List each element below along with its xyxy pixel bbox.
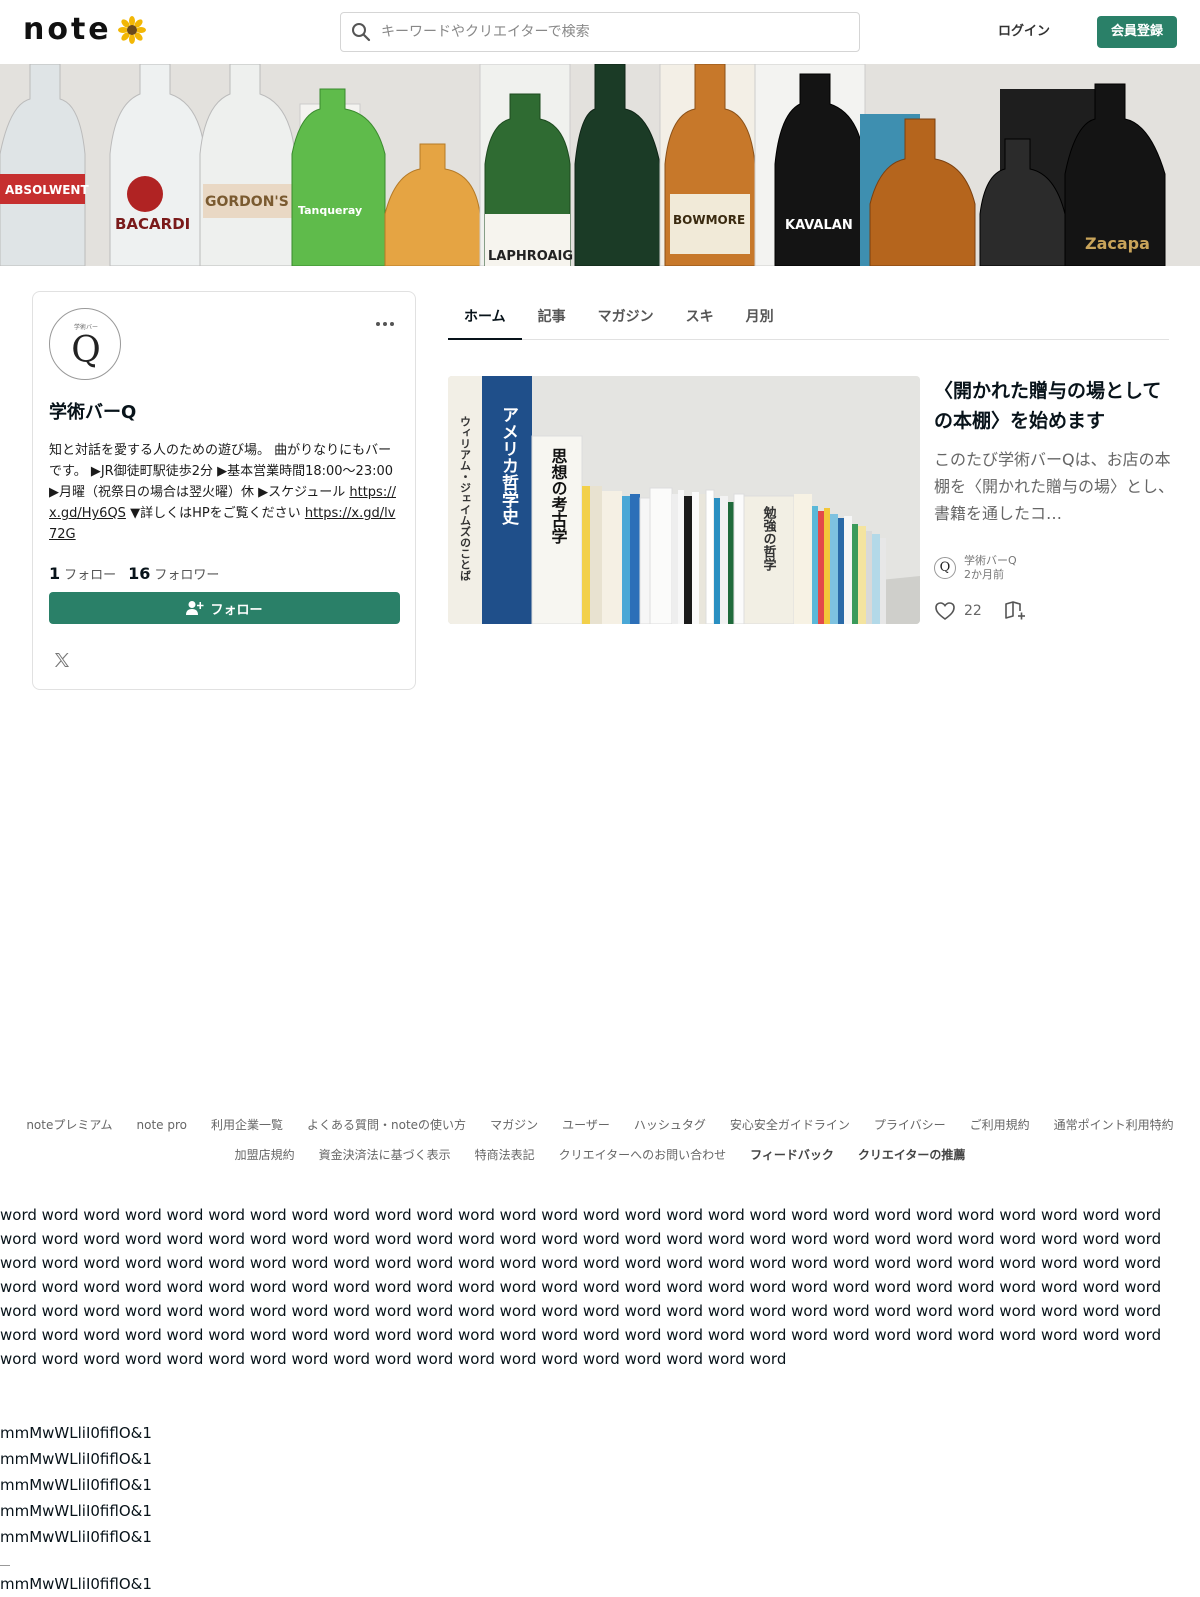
sample-line: mmMwWLliI0fiflO&1 xyxy=(0,1502,152,1520)
footer-link-magazines[interactable]: マガジン xyxy=(490,1110,538,1140)
filler-text: word word word word word word word word … xyxy=(0,1206,1162,1368)
thumb-spine-title-4: 勉強の哲学 xyxy=(761,505,778,572)
tab-likes[interactable]: スキ xyxy=(670,300,730,340)
footer-link-creator-contact[interactable]: クリエイターへのお問い合わせ xyxy=(559,1140,727,1170)
login-button[interactable]: ログイン xyxy=(998,20,1050,44)
bottles-photo: ABSOLWENT BACARDI GORDON'S Tanqueray LAP… xyxy=(0,64,1200,266)
thumb-spine-title-1: アメリカ哲学史 xyxy=(498,406,519,526)
avatar-letter: Q xyxy=(71,330,101,371)
bookshelf-photo: アメリカ哲学史 思想の考古学 ウィリアム・ジェイムズのことば 勉強の哲学 xyxy=(448,376,920,624)
bottle-label-6: KAVALAN xyxy=(785,218,853,233)
sample-line: mmMwWLliI0fiflO&1 xyxy=(0,1575,152,1593)
footer-link-feedback[interactable]: フィードバック xyxy=(750,1140,834,1170)
footer-link-points[interactable]: 通常ポイント利用特約 xyxy=(1054,1110,1174,1140)
footer-link-payment-act[interactable]: 資金決済法に基づく表示 xyxy=(319,1140,451,1170)
sample-lines: mmMwWLliI0fiflO&1 mmMwWLliI0fiflO&1 mmMw… xyxy=(0,1420,152,1550)
tab-magazines[interactable]: マガジン xyxy=(582,300,670,340)
article-title[interactable]: 〈開かれた贈与の場としての本棚〉を始めます xyxy=(934,376,1178,436)
footer-link-tokushoho[interactable]: 特商法表記 xyxy=(475,1140,535,1170)
tab-home[interactable]: ホーム xyxy=(448,300,522,340)
following-link[interactable]: 1 フォロー xyxy=(49,564,116,583)
tab-monthly[interactable]: 月別 xyxy=(730,300,790,340)
bottle-label-2: GORDON'S xyxy=(205,194,289,210)
footer-row-2: 加盟店規約 資金決済法に基づく表示 特商法表記 クリエイターへのお問い合わせ フ… xyxy=(0,1140,1200,1170)
bottle-label-1: BACARDI xyxy=(115,215,190,233)
following-count: 1 xyxy=(49,564,61,583)
logo-text: note xyxy=(23,12,112,47)
heart-icon[interactable] xyxy=(934,600,956,622)
search-input[interactable] xyxy=(381,24,859,40)
footer-link-faq[interactable]: よくある質問・noteの使い方 xyxy=(307,1110,466,1140)
more-options-icon[interactable] xyxy=(373,312,397,336)
note-logo[interactable]: note xyxy=(23,14,146,46)
profile-card: 学術バー Q 学術バーQ 知と対話を愛する人のための遊び場。 曲がりなりにもバー… xyxy=(32,291,416,690)
search-icon xyxy=(352,23,371,42)
header-banner-image: ABSOLWENT BACARDI GORDON'S Tanqueray LAP… xyxy=(0,64,1200,266)
profile-avatar[interactable]: 学術バー Q xyxy=(49,308,121,380)
follow-stats: 1 フォロー 16 フォロワー xyxy=(49,564,219,583)
like-count: 22 xyxy=(964,603,982,619)
footer-link-users[interactable]: ユーザー xyxy=(562,1110,610,1140)
following-label: フォロー xyxy=(64,568,117,583)
footer-link-note-pro[interactable]: note pro xyxy=(137,1110,187,1140)
follow-button-label: フォロー xyxy=(210,602,263,618)
article-actions: 22 xyxy=(934,600,1026,622)
bottle-label-4: LAPHROAIG xyxy=(488,249,573,264)
bottle-label-5: BOWMORE xyxy=(673,213,745,227)
follow-button[interactable]: フォロー xyxy=(49,592,400,624)
bottle-label-0: ABSOLWENT xyxy=(5,183,89,197)
separator xyxy=(0,1565,10,1566)
sample-line: mmMwWLliI0fiflO&1 xyxy=(0,1528,152,1546)
author-avatar: Q xyxy=(934,557,956,579)
footer-link-companies[interactable]: 利用企業一覧 xyxy=(211,1110,283,1140)
tab-articles[interactable]: 記事 xyxy=(522,300,582,340)
followers-label: フォロワー xyxy=(154,568,220,583)
sample-line: mmMwWLliI0fiflO&1 xyxy=(0,1424,152,1442)
author-name: 学術バーQ xyxy=(964,554,1017,567)
bio-text-mid: ▼詳しくはHPをご覧ください xyxy=(125,506,305,521)
bottle-label-3: Tanqueray xyxy=(298,204,362,217)
bottle-label-7: Zacapa xyxy=(1085,234,1150,253)
thumb-spine-title-2: 思想の考古学 xyxy=(549,448,569,545)
search-box[interactable] xyxy=(340,12,860,52)
article-thumbnail[interactable]: アメリカ哲学史 思想の考古学 ウィリアム・ジェイムズのことば 勉強の哲学 xyxy=(448,376,920,624)
footer-link-terms[interactable]: ご利用規約 xyxy=(970,1110,1030,1140)
site-header: note ログイン 会員登録 xyxy=(0,0,1200,64)
followers-link[interactable]: 16 フォロワー xyxy=(128,564,219,583)
profile-tabs: ホーム 記事 マガジン スキ 月別 xyxy=(448,300,1169,340)
thumb-spine-title-3: ウィリアム・ジェイムズのことば xyxy=(459,416,472,582)
signup-button[interactable]: 会員登録 xyxy=(1097,16,1177,48)
footer-nav: noteプレミアム note pro 利用企業一覧 よくある質問・noteの使い… xyxy=(0,1110,1200,1170)
footer-link-merchant[interactable]: 加盟店規約 xyxy=(235,1140,295,1170)
add-user-icon xyxy=(186,601,204,615)
followers-count: 16 xyxy=(128,564,151,583)
footer-link-recommend[interactable]: クリエイターの推薦 xyxy=(858,1140,966,1170)
footer-link-hashtags[interactable]: ハッシュタグ xyxy=(634,1110,706,1140)
article-time: 2か月前 xyxy=(964,568,1004,581)
sample-line: mmMwWLliI0fiflO&1 xyxy=(0,1476,152,1494)
article-author[interactable]: Q 学術バーQ 2か月前 xyxy=(934,554,1017,582)
avatar-image: 学術バー Q xyxy=(71,323,101,371)
footer-link-premium[interactable]: noteプレミアム xyxy=(26,1110,112,1140)
footer-link-safety[interactable]: 安心安全ガイドライン xyxy=(730,1110,850,1140)
sample-line: mmMwWLliI0fiflO&1 xyxy=(0,1450,152,1468)
x-twitter-icon[interactable] xyxy=(53,651,71,669)
article-excerpt: このたび学術バーQは、お店の本棚を〈開かれた贈与の場〉とし、書籍を通したコ… xyxy=(934,450,1175,523)
profile-bio: 知と対話を愛する人のための遊び場。 曲がりなりにもバーです。 ▶JR御徒町駅徒歩… xyxy=(49,440,399,545)
footer-row-1: noteプレミアム note pro 利用企業一覧 よくある質問・noteの使い… xyxy=(0,1110,1200,1140)
bio-text: 知と対話を愛する人のための遊び場。 曲がりなりにもバーです。 ▶JR御徒町駅徒歩… xyxy=(49,443,394,500)
author-meta: 学術バーQ 2か月前 xyxy=(964,554,1017,582)
add-to-magazine-icon[interactable] xyxy=(1004,600,1026,622)
footer-link-privacy[interactable]: プライバシー xyxy=(874,1110,946,1140)
sunflower-icon xyxy=(117,16,146,44)
profile-name: 学術バーQ xyxy=(49,402,137,423)
